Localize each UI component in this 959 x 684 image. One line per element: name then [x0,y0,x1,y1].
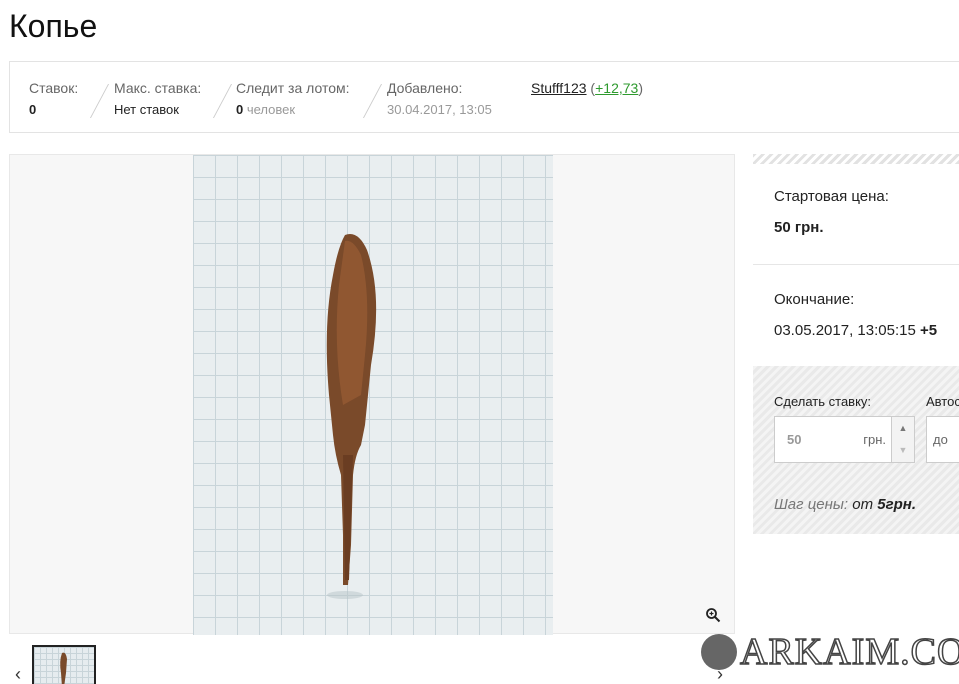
thumbnail-item[interactable] [32,645,96,684]
auto-bid-input[interactable]: до [926,416,959,463]
bids-label: Ставок: [29,80,79,96]
thumbnail-strip: ‹ › [9,640,735,684]
increment-icon[interactable]: ▲ [891,417,914,440]
start-price-label: Стартовая цена: [774,188,889,205]
added-label: Добавлено: [387,80,463,96]
auto-bid-label: Автоставка: [926,394,959,409]
max-bid-value: Нет ставок [114,102,179,117]
end-value: 03.05.2017, 13:05:15 [774,322,916,339]
watermark-dot [701,634,737,670]
hatch-strip [753,154,959,164]
max-bid-stat: Макс. ставка: Нет ставок [114,80,201,117]
seller-rating-link[interactable]: +12,73 [595,80,638,96]
chevron-left-icon[interactable]: ‹ [15,664,21,684]
divider [89,84,110,118]
divider [212,84,233,118]
seller-info: Stufff123 (+12,73) [531,80,643,96]
watchers-unit: человек [246,102,296,117]
lot-gallery [9,154,735,635]
seller-link[interactable]: Stufff123 [531,80,587,96]
price-step: Шаг цены: от 5грн. [774,496,916,513]
watermark-logo: ARKAIM.CO [700,630,959,674]
bid-currency: грн. [863,432,886,447]
spearhead-image [326,234,377,599]
bid-form: Сделать ставку: Автоставка: 50 грн. ▲ ▼ … [753,366,959,534]
page-title: Копье [9,8,98,44]
decrement-icon[interactable]: ▼ [891,439,914,462]
added-value: 30.04.2017, 13:05 [387,102,492,117]
added-stat: Добавлено: 30.04.2017, 13:05 [387,80,492,117]
auto-bid-placeholder: до [933,432,948,447]
watchers-stat: Следит за лотом: 0 человек [236,80,350,117]
bids-stat: Ставок: 0 [29,80,78,117]
bid-sidebar: Стартовая цена: 50 грн. Окончание: 03.05… [753,154,959,534]
step-value: 5грн. [877,496,917,513]
watchers-label: Следит за лотом: [236,80,350,96]
end-extra: +5 [919,322,938,339]
spearhead-thumbnail [60,652,67,684]
bids-value: 0 [29,102,37,117]
end-time-block: Окончание: 03.05.2017, 13:05:15 +5 [753,265,959,366]
end-label: Окончание: [774,291,855,308]
start-price-value: 50 грн. [774,219,824,236]
lot-photo[interactable] [193,155,553,635]
start-price-block: Стартовая цена: 50 грн. [753,164,959,265]
bid-label: Сделать ставку: [774,394,872,409]
watchers-count: 0 [236,102,244,117]
watermark-text: ARKAIM.CO [739,630,959,674]
lot-stats-bar: Ставок: 0 Макс. ставка: Нет ставок Следи… [9,61,959,133]
max-bid-label: Макс. ставка: [114,80,202,96]
step-from: от [852,496,874,513]
divider [362,84,383,118]
bid-amount-value: 50 [787,432,802,447]
zoom-icon[interactable] [705,607,721,623]
step-label: Шаг цены: [774,496,849,513]
bid-amount-input[interactable]: 50 грн. ▲ ▼ [774,416,915,463]
